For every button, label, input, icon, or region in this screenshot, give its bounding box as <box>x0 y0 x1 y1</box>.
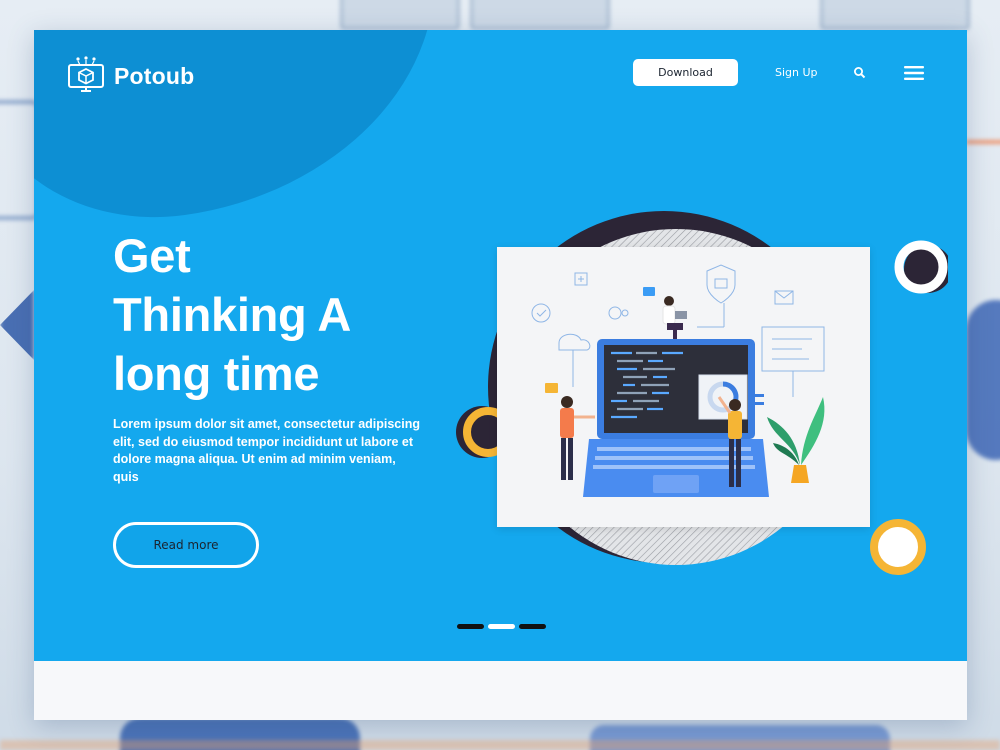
developers-laptop-illustration <box>531 264 825 497</box>
signup-link[interactable]: Sign Up <box>775 66 818 79</box>
monitor-cube-icon <box>68 56 104 92</box>
hero-section: Potoub Download Sign Up Get Thinking A l… <box>34 30 967 661</box>
read-more-button[interactable]: Read more <box>113 522 259 568</box>
page-content-strip <box>34 661 967 720</box>
headline-line: Thinking A <box>113 288 352 341</box>
carousel-indicators <box>457 624 546 629</box>
hero-headline: Get Thinking A long time <box>113 226 473 403</box>
backdrop-shape <box>966 300 1000 460</box>
backdrop-shape <box>470 0 610 30</box>
backdrop-shape <box>0 740 1000 750</box>
search-icon[interactable] <box>853 66 867 80</box>
backdrop-shape <box>820 0 970 30</box>
hamburger-menu-icon[interactable] <box>903 64 925 82</box>
backdrop-shape <box>966 140 1000 144</box>
brand-logo[interactable]: Potoub <box>66 56 194 96</box>
hero-illustration <box>448 205 952 585</box>
illustration-card <box>497 247 870 527</box>
carousel-dot[interactable] <box>457 624 484 629</box>
hero-description: Lorem ipsum dolor sit amet, consectetur … <box>113 417 421 484</box>
download-button[interactable]: Download <box>633 59 738 86</box>
backdrop-shape <box>0 290 34 360</box>
headline-line: Get <box>113 229 191 282</box>
carousel-dot[interactable] <box>519 624 546 629</box>
backdrop-shape <box>340 0 460 30</box>
carousel-dot-active[interactable] <box>488 624 515 629</box>
landing-page: Potoub Download Sign Up Get Thinking A l… <box>34 30 967 720</box>
brand-name: Potoub <box>114 62 195 89</box>
headline-line: long time <box>113 347 320 400</box>
top-nav: Download Sign Up <box>633 59 924 86</box>
